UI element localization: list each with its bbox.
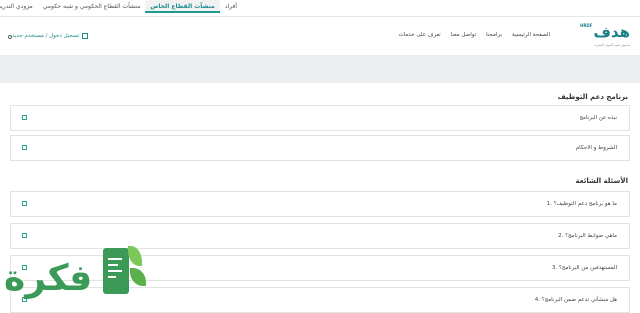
nav-home[interactable]: الصفحة الرئيسية: [512, 32, 550, 38]
logo-arabic: هدف: [593, 23, 631, 41]
tab-private-sector[interactable]: منشآت القطاع الخاص: [145, 0, 220, 13]
nav-services[interactable]: تعرف على خدمات: [398, 32, 440, 38]
site-header: هدف HRDF صندوق تنمية الموارد البشرية الص…: [0, 17, 640, 55]
login-label: تسجيل دخول / مستخدم جديد: [12, 33, 80, 39]
expand-icon[interactable]: [22, 145, 27, 150]
faq-section-title: الأسئلة الشائعة: [575, 177, 629, 185]
leaf-icon: [130, 268, 146, 286]
user-icon: [82, 33, 89, 39]
faq-item-label: 1. ما هو برنامج دعم التوظيف؟: [546, 201, 617, 207]
expand-icon[interactable]: [22, 201, 27, 206]
document-icon: [103, 248, 129, 294]
banner-band: [0, 55, 640, 83]
faq-item-1[interactable]: 1. ما هو برنامج دعم التوظيف؟: [10, 191, 630, 217]
top-bar: أفراد منشآت القطاع الخاص منشآت القطاع ال…: [0, 0, 640, 17]
faq-item-label: 4. هل منشآتي تدعم ضمن البرنامج؟: [534, 297, 617, 303]
expand-icon[interactable]: [22, 233, 27, 238]
program-section-title: برنامج دعم التوظيف: [557, 93, 628, 101]
expand-icon[interactable]: [22, 115, 27, 120]
logo-subtitle: صندوق تنمية الموارد البشرية: [594, 43, 630, 47]
main-nav: الصفحة الرئيسية برامجنا تواصل معنا تعرف …: [388, 32, 550, 38]
login-link[interactable]: تسجيل دخول / مستخدم جديد: [12, 33, 89, 39]
program-item-label: الشروط و الاحكام: [575, 145, 617, 151]
program-item-about[interactable]: نبذه عن البرنامج: [10, 105, 630, 131]
fikra-watermark: فكرة: [0, 240, 160, 305]
program-item-terms[interactable]: الشروط و الاحكام: [10, 135, 630, 161]
tab-individuals[interactable]: أفراد: [220, 0, 242, 13]
nav-programs[interactable]: برامجنا: [486, 32, 502, 38]
nav-contact[interactable]: تواصل معنا: [451, 32, 476, 38]
faq-item-label: 3. المستهدفين من البرنامج؟: [552, 265, 617, 271]
hrdf-logo[interactable]: هدف HRDF صندوق تنمية الموارد البشرية: [580, 23, 630, 49]
leaf-icon: [128, 246, 142, 266]
tab-government-sector[interactable]: منشآت القطاع الحكومي و شبه حكومي: [38, 0, 146, 13]
program-item-label: نبذه عن البرنامج: [579, 115, 617, 121]
top-tabs: أفراد منشآت القطاع الخاص منشآت القطاع ال…: [0, 0, 242, 13]
tab-training-providers[interactable]: مزودي التدريب: [0, 0, 38, 13]
watermark-text: فكرة: [4, 258, 93, 299]
logo-english: HRDF: [580, 23, 593, 28]
faq-item-label: 2. ماهي ضوابط البرنامج؟: [558, 233, 617, 239]
